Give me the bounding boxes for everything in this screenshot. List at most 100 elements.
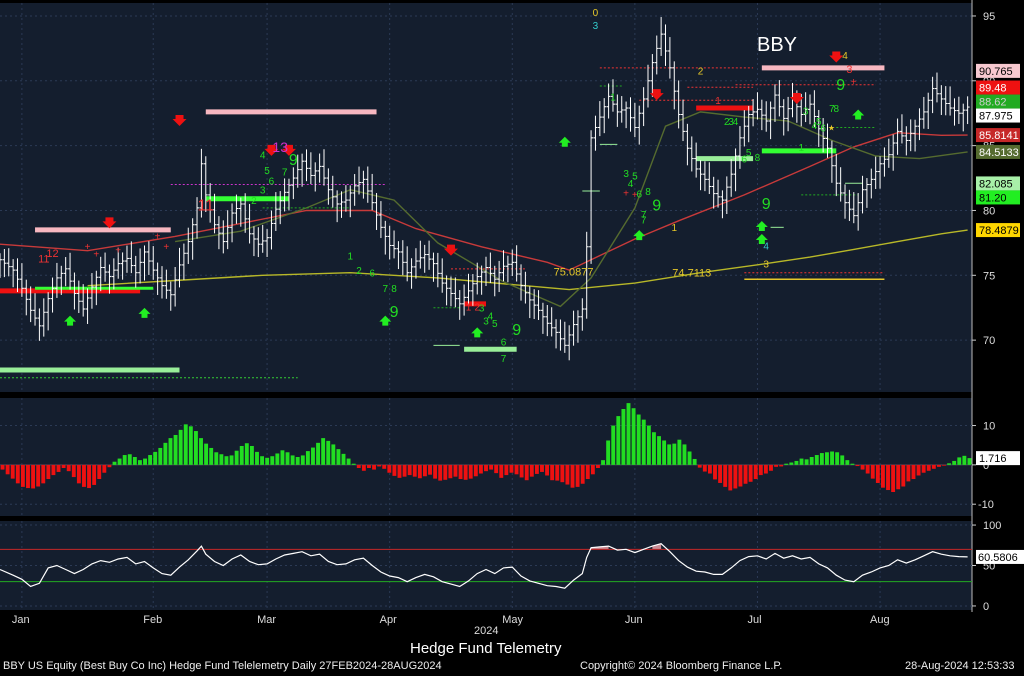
x-tick-label: Aug: [870, 614, 890, 626]
histogram-bar: [214, 452, 219, 465]
x-tick-label: Jul: [747, 614, 761, 626]
histogram-bar: [127, 454, 132, 465]
histogram-bar: [484, 464, 488, 472]
histogram-bar: [382, 464, 387, 469]
histogram-bar: [275, 453, 280, 465]
histogram-bar: [677, 439, 682, 465]
histogram-bar: [412, 464, 417, 477]
sequence-count-label: 3: [483, 317, 489, 328]
x-tick-label: May: [502, 614, 523, 626]
histogram-bar: [36, 464, 41, 487]
histogram-bar: [662, 440, 667, 465]
histogram-bar: [219, 454, 224, 465]
histogram-bar: [880, 464, 885, 488]
histogram-bar: [967, 458, 972, 465]
histogram-bar: [560, 464, 565, 483]
sequence-count-label: 9: [289, 152, 298, 169]
price-value-tag-text: 84.5133: [979, 147, 1019, 159]
histogram-bar: [15, 464, 20, 484]
histogram-bar: [550, 464, 555, 481]
histogram-bar: [132, 457, 137, 465]
cross-marker: +: [155, 231, 161, 242]
histogram-bar: [896, 464, 901, 490]
histogram-bar: [509, 464, 514, 473]
histogram-bar: [916, 464, 921, 476]
histogram-bar: [153, 451, 158, 465]
histogram-bar: [672, 443, 677, 465]
sequence-count-label: 8: [833, 104, 839, 115]
histogram-bar: [514, 464, 519, 475]
sequence-count-label: 1: [610, 92, 616, 103]
histogram-bar: [555, 464, 560, 481]
histogram-bar: [428, 464, 432, 475]
histogram-bar: [392, 464, 397, 476]
sequence-count-label: 9: [512, 322, 521, 339]
price-value-tag-text: 89.48: [979, 83, 1007, 95]
histogram-bar: [102, 464, 107, 473]
price-value-tag-text: 82.085: [979, 178, 1013, 190]
histogram-bar: [76, 464, 81, 484]
histogram-bar: [504, 464, 509, 476]
x-tick-label: Mar: [257, 614, 276, 626]
histogram-bar: [580, 464, 585, 484]
price-tick-label: 70: [983, 335, 995, 347]
histogram-bar: [87, 464, 92, 489]
histogram-bar: [92, 464, 97, 485]
histogram-bar: [107, 464, 112, 468]
sequence-count-label: 9: [762, 196, 771, 213]
histogram-bar: [5, 464, 10, 475]
histogram-bar: [433, 464, 438, 479]
histogram-bar: [336, 449, 341, 465]
histogram-bar: [56, 464, 61, 472]
histogram-bar: [478, 464, 483, 474]
histogram-bar: [178, 429, 183, 465]
histogram-bar: [173, 434, 178, 465]
histogram-bar: [188, 426, 193, 465]
star-marker-icon: ★: [828, 123, 835, 132]
sequence-count-label: 2: [356, 266, 362, 277]
sequence-count-label: 3: [479, 304, 485, 315]
histogram-bar: [626, 403, 631, 465]
histogram-bar: [10, 464, 15, 479]
sequence-count-label: 3: [260, 186, 266, 197]
histogram-bar: [697, 464, 702, 468]
histogram-bar: [316, 442, 321, 465]
sequence-count-label: 1: [798, 143, 804, 154]
histogram-bar: [66, 464, 71, 472]
histogram-bar: [534, 464, 539, 474]
sequence-count-label: 7: [641, 215, 647, 226]
x-tick-label: Feb: [143, 614, 162, 626]
histogram-bar: [244, 443, 249, 465]
histogram-bar: [265, 457, 270, 465]
histogram-bar: [468, 464, 473, 479]
price-value-tag-text: 81.20: [979, 192, 1007, 204]
chart-footer-title: Hedge Fund Telemetry: [410, 640, 562, 657]
price-value-tag-text: 78.4879: [979, 225, 1019, 237]
sequence-count-label: 1: [671, 223, 677, 234]
histogram-bar: [753, 464, 758, 480]
histogram-bar: [71, 464, 76, 478]
histogram-bar: [850, 463, 855, 465]
histogram-bar: [199, 438, 203, 465]
histogram-bar: [20, 464, 25, 487]
histogram-bar: [921, 464, 926, 473]
histogram-bar: [489, 464, 494, 470]
histogram-bar: [733, 464, 738, 489]
histogram-bar: [311, 447, 315, 465]
histogram-bar: [865, 464, 870, 474]
sequence-count-label: 3: [763, 260, 769, 271]
histogram-bar: [585, 464, 590, 480]
histogram-bar: [0, 464, 5, 470]
histogram-bar: [285, 452, 290, 465]
histogram-bar: [290, 455, 295, 465]
histogram-bar: [97, 464, 102, 480]
histogram-bar: [799, 458, 804, 465]
histogram-bar: [321, 438, 326, 465]
histogram-bar: [748, 464, 753, 482]
histogram-bar: [387, 464, 392, 473]
histogram-bar: [657, 436, 661, 465]
histogram-bar: [448, 464, 453, 479]
histogram-bar: [707, 464, 712, 474]
histogram-bar: [794, 460, 799, 465]
histogram-bar: [962, 455, 967, 465]
